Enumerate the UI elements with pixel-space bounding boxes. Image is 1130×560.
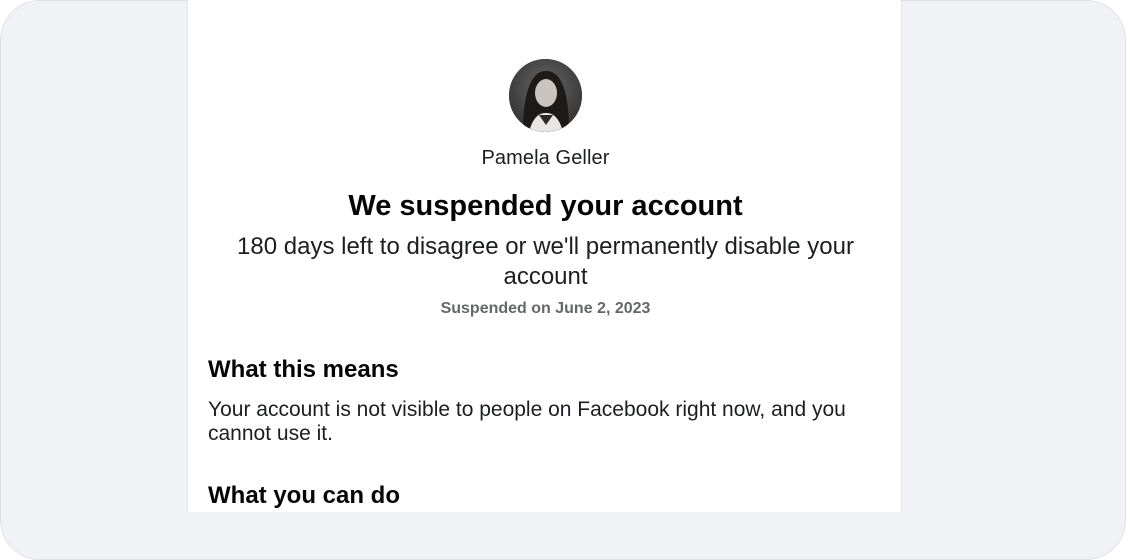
suspension-subtitle: 180 days left to disagree or we'll perma… xyxy=(237,233,854,290)
profile-name: Pamela Geller xyxy=(481,147,610,169)
section-heading-what-you-can-do: What you can do xyxy=(208,482,400,509)
avatar xyxy=(509,59,582,132)
section-heading-what-this-means: What this means xyxy=(208,356,399,383)
profile-photo-icon xyxy=(509,59,582,132)
page-title: We suspended your account xyxy=(348,190,743,222)
section-body-what-this-means: Your account is not visible to people on… xyxy=(208,398,846,445)
suspension-card: Pamela Geller We suspended your account … xyxy=(187,0,902,512)
suspended-date: Suspended on June 2, 2023 xyxy=(440,300,651,317)
